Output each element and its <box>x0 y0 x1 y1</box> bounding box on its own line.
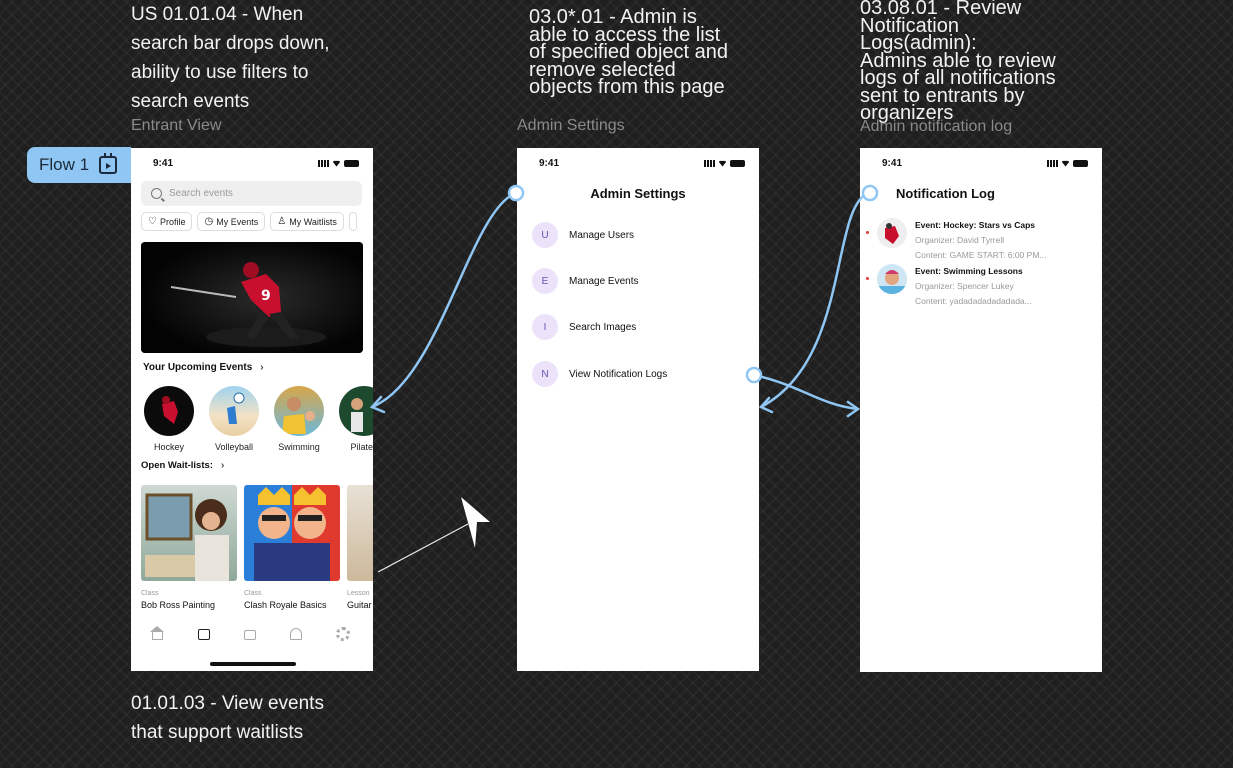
cursor-arrow-icon <box>461 497 490 548</box>
connection-handle[interactable] <box>745 366 763 384</box>
connection-entrant-admin[interactable] <box>370 191 518 409</box>
connection-notif-admin[interactable] <box>759 191 870 409</box>
connection-admin-notif[interactable] <box>752 373 860 411</box>
prototype-connections <box>369 184 879 573</box>
cursor-guide-line <box>377 523 469 573</box>
connection-handle[interactable] <box>861 184 879 202</box>
connection-handle[interactable] <box>507 184 525 202</box>
